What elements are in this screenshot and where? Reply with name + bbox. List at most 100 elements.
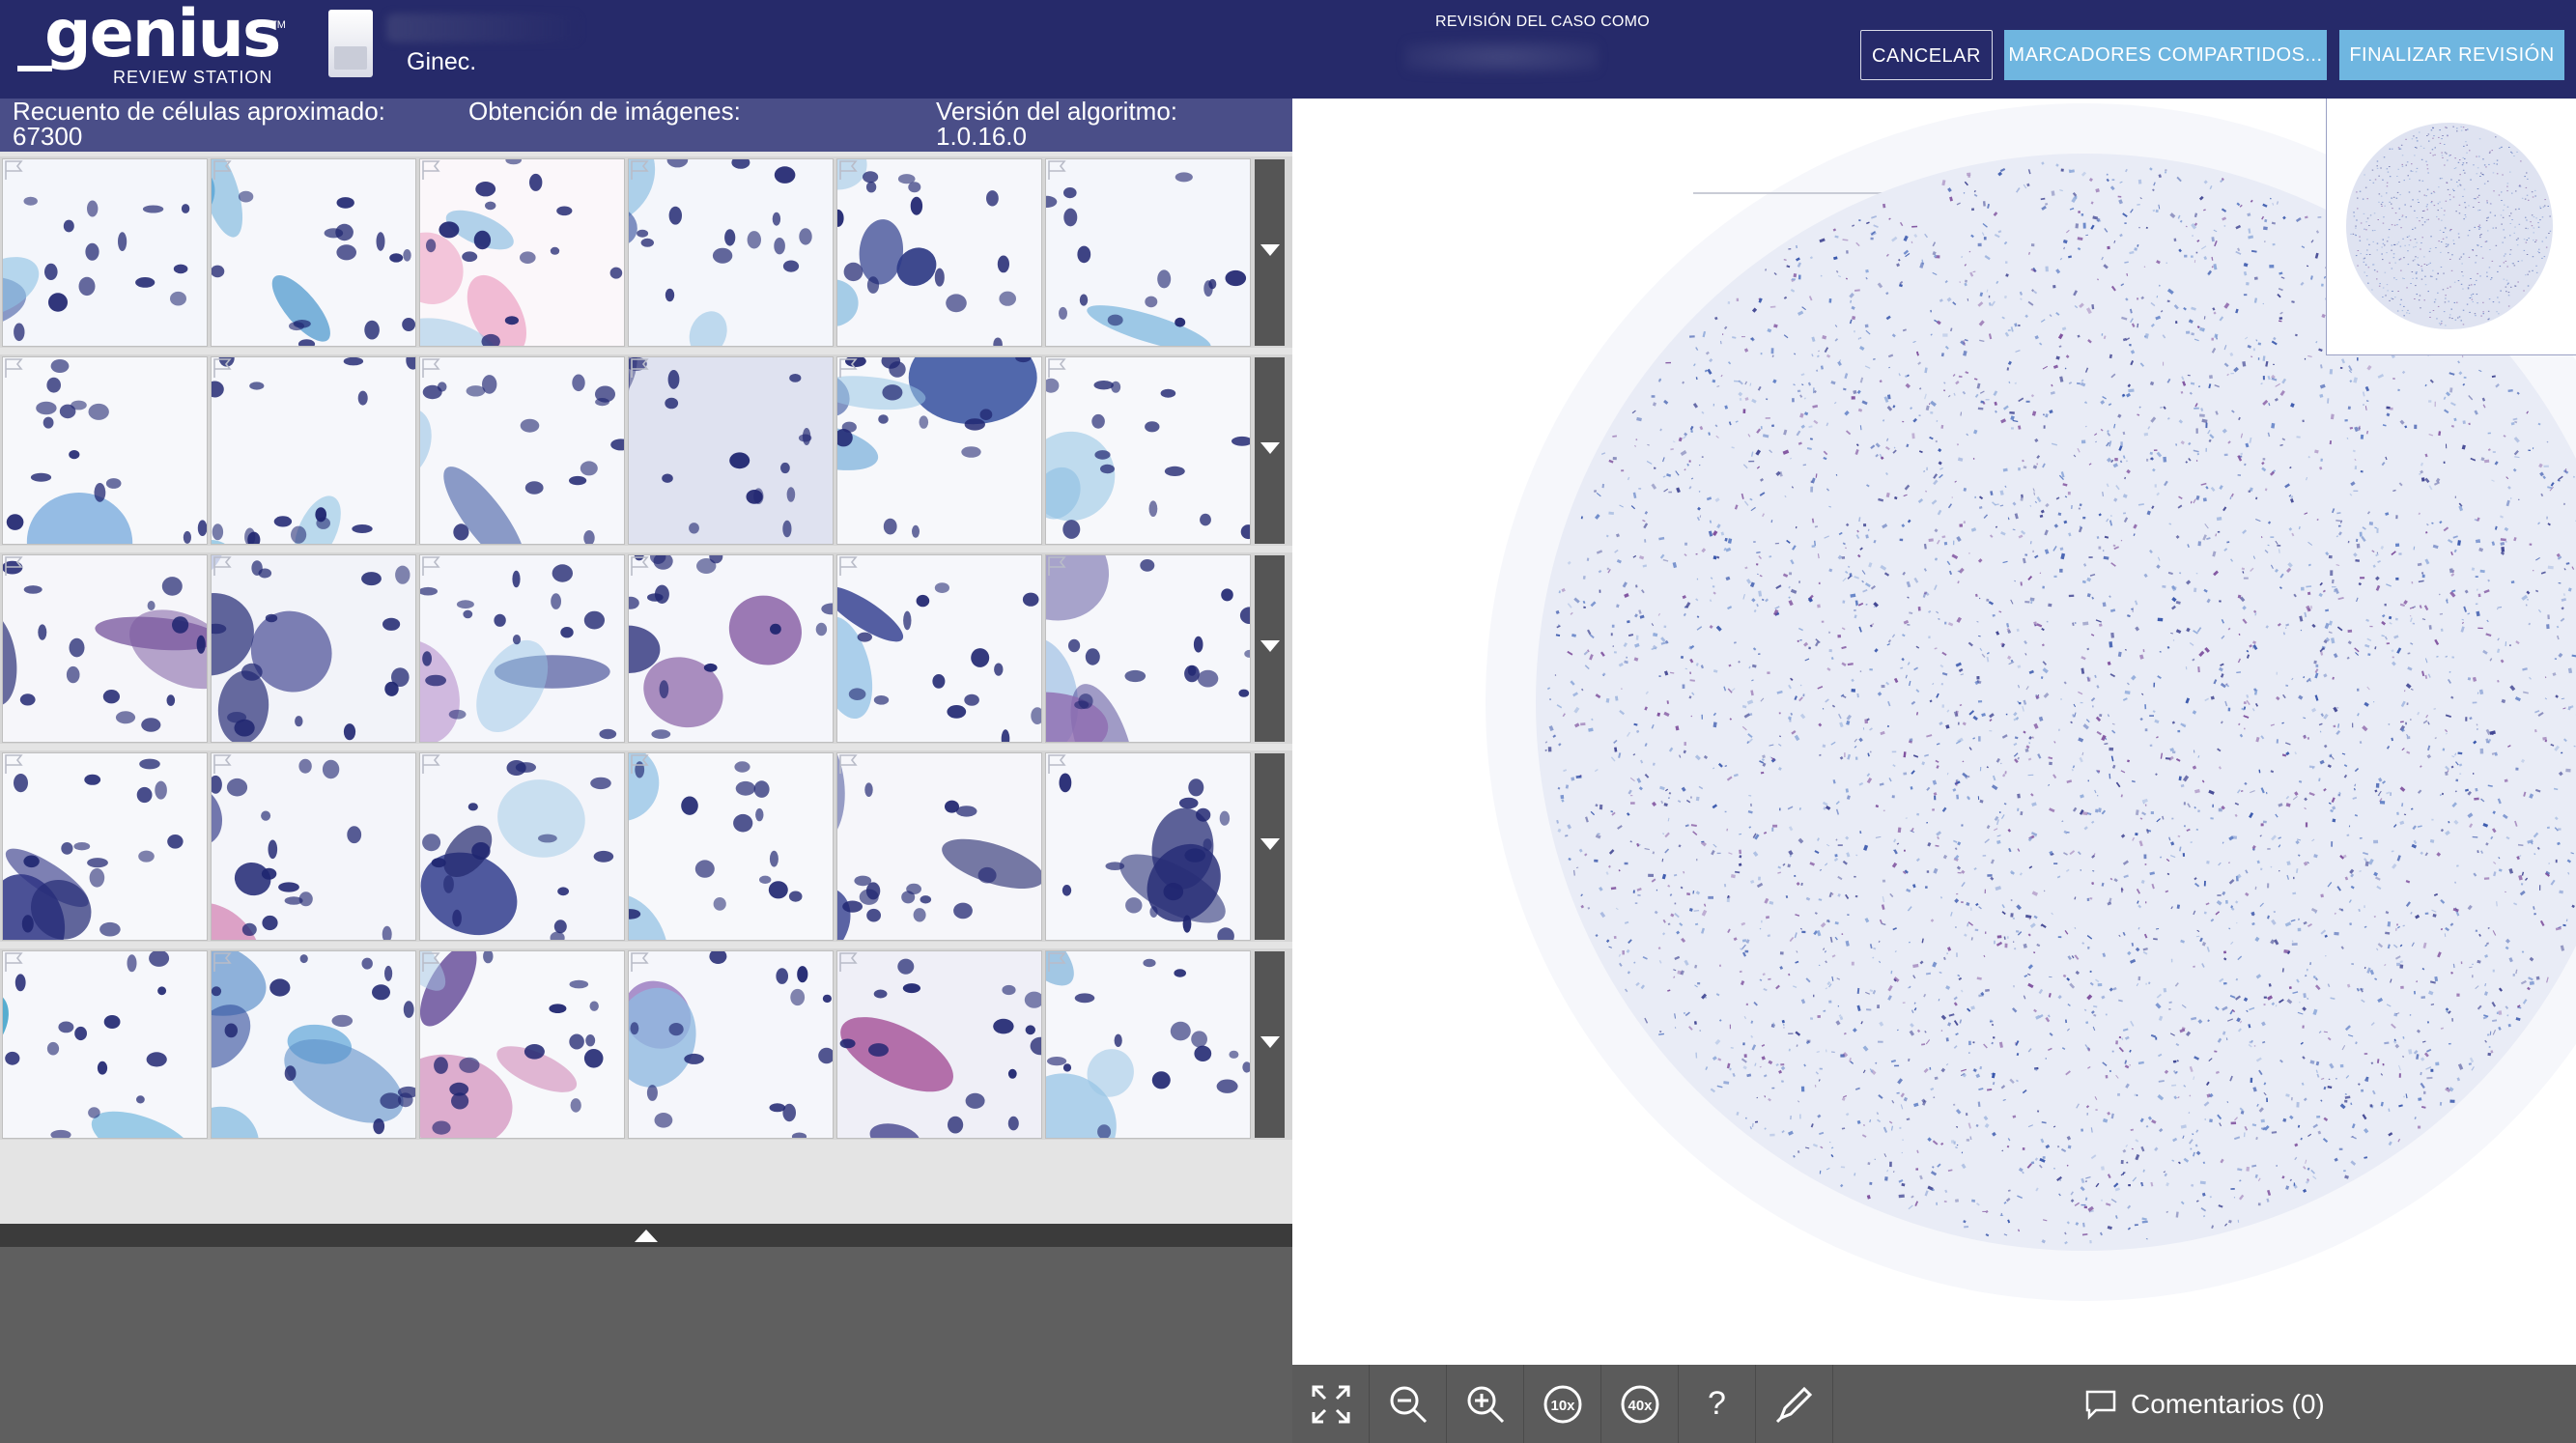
flag-icon[interactable] xyxy=(420,951,443,973)
flag-icon[interactable] xyxy=(420,159,443,181)
cell-image-tile[interactable] xyxy=(212,555,415,742)
zoom-40x-button[interactable]: 40x xyxy=(1601,1365,1679,1443)
cell-image-tile[interactable] xyxy=(3,555,207,742)
flag-icon[interactable] xyxy=(837,159,861,181)
cell-image-tile[interactable] xyxy=(1046,753,1250,940)
flag-icon[interactable] xyxy=(212,159,235,181)
flag-icon[interactable] xyxy=(420,357,443,379)
cell-image xyxy=(837,753,1041,940)
cell-image xyxy=(1046,555,1250,742)
top-bar: genius TM REVIEW STATION Ginec. REVISIÓN… xyxy=(0,0,2576,99)
cell-image-tile[interactable] xyxy=(420,357,624,544)
cell-image-tile[interactable] xyxy=(212,159,415,346)
row-expand-button[interactable] xyxy=(1255,753,1285,940)
flag-icon[interactable] xyxy=(3,555,26,577)
cell-image-tile[interactable] xyxy=(420,951,624,1138)
row-expand-button[interactable] xyxy=(1255,555,1285,742)
flag-icon[interactable] xyxy=(1046,555,1069,577)
zoom-in-button[interactable] xyxy=(1447,1365,1524,1443)
cell-image xyxy=(212,758,392,940)
panel-splitter[interactable] xyxy=(0,1224,1292,1247)
cell-image-tile[interactable] xyxy=(3,357,207,544)
expand-up-icon[interactable] xyxy=(635,1230,658,1242)
cell-image-tile[interactable] xyxy=(420,159,624,346)
cell-image-tile[interactable] xyxy=(212,753,415,940)
cell-image xyxy=(420,760,614,940)
cell-image-tile[interactable] xyxy=(629,555,833,742)
cell-image xyxy=(1046,951,1250,1138)
cell-image xyxy=(837,357,1037,538)
cell-image xyxy=(420,951,604,1138)
zoom-out-button[interactable] xyxy=(1370,1365,1447,1443)
comments-button[interactable]: Comentarios (0) xyxy=(2084,1365,2325,1443)
algorithm-label: Versión del algoritmo: xyxy=(936,97,1178,126)
cell-image xyxy=(629,951,833,1138)
cell-image-tile[interactable] xyxy=(629,357,833,544)
minimap-image[interactable] xyxy=(2327,99,2576,354)
fit-screen-button[interactable] xyxy=(1292,1365,1370,1443)
row-expand-button[interactable] xyxy=(1255,159,1285,346)
flag-icon[interactable] xyxy=(3,357,26,379)
flag-icon[interactable] xyxy=(212,753,235,775)
slide-minimap[interactable] xyxy=(2326,99,2576,355)
flag-icon[interactable] xyxy=(837,753,861,775)
flag-icon[interactable] xyxy=(3,951,26,973)
zoom-10x-button[interactable]: 10x xyxy=(1524,1365,1601,1443)
cell-image-tile[interactable] xyxy=(3,951,207,1138)
flag-icon[interactable] xyxy=(1046,159,1069,181)
cell-image-tile[interactable] xyxy=(1046,555,1250,742)
cell-image-tile[interactable] xyxy=(1046,159,1250,346)
cell-image-tile[interactable] xyxy=(629,159,833,346)
row-expand-button[interactable] xyxy=(1255,951,1285,1138)
cell-image-tile[interactable] xyxy=(1046,951,1250,1138)
cell-image-tile[interactable] xyxy=(3,753,207,940)
flag-icon[interactable] xyxy=(629,753,652,775)
cell-image-tile[interactable] xyxy=(837,555,1041,742)
help-button[interactable]: ? xyxy=(1679,1365,1756,1443)
gallery-row xyxy=(0,354,1292,546)
row-expand-button[interactable] xyxy=(1255,357,1285,544)
flag-icon[interactable] xyxy=(1046,357,1069,379)
flag-icon[interactable] xyxy=(629,555,652,577)
flag-icon[interactable] xyxy=(3,159,26,181)
annotate-pen-button[interactable] xyxy=(1756,1365,1833,1443)
cell-image-tile[interactable] xyxy=(837,159,1041,346)
finish-review-button[interactable]: FINALIZAR REVISIÓN xyxy=(2339,30,2564,80)
flag-icon[interactable] xyxy=(212,555,235,577)
cell-image-tile[interactable] xyxy=(629,951,833,1138)
flag-icon[interactable] xyxy=(420,555,443,577)
cell-image xyxy=(837,159,1016,346)
flag-icon[interactable] xyxy=(212,357,235,379)
flag-icon[interactable] xyxy=(837,951,861,973)
zoom-40x-label: 40x xyxy=(1628,1398,1653,1414)
flag-icon[interactable] xyxy=(837,555,861,577)
cell-image-tile[interactable] xyxy=(837,753,1041,940)
cell-image xyxy=(1046,172,1247,346)
shared-markers-button[interactable]: MARCADORES COMPARTIDOS... xyxy=(2004,30,2327,80)
comments-label: Comentarios (0) xyxy=(2131,1388,2325,1419)
cell-image-tile[interactable] xyxy=(837,357,1041,544)
flag-icon[interactable] xyxy=(629,951,652,973)
flag-icon[interactable] xyxy=(1046,951,1069,973)
cell-image-tile[interactable] xyxy=(1046,357,1250,544)
zoom-10x-icon: 10x xyxy=(1543,1385,1581,1423)
flag-icon[interactable] xyxy=(629,357,652,379)
cell-image-tile[interactable] xyxy=(629,753,833,940)
cell-image-tile[interactable] xyxy=(3,159,207,346)
algorithm-info: Versión del algoritmo: 1.0.16.0 xyxy=(936,99,1177,149)
flag-icon[interactable] xyxy=(212,951,235,973)
cell-image xyxy=(3,560,207,732)
cell-image-tile[interactable] xyxy=(212,951,415,1138)
cell-image-tile[interactable] xyxy=(212,357,415,544)
cancel-button[interactable]: CANCELAR xyxy=(1860,30,1993,80)
flag-icon[interactable] xyxy=(837,357,861,379)
cell-image-tile[interactable] xyxy=(420,555,624,742)
flag-icon[interactable] xyxy=(3,753,26,775)
gallery-row xyxy=(0,750,1292,942)
flag-icon[interactable] xyxy=(1046,753,1069,775)
flag-icon[interactable] xyxy=(629,159,652,181)
flag-icon[interactable] xyxy=(420,753,443,775)
cell-image-tile[interactable] xyxy=(837,951,1041,1138)
slide-viewer[interactable] xyxy=(1292,99,2576,1365)
cell-image-tile[interactable] xyxy=(420,753,624,940)
